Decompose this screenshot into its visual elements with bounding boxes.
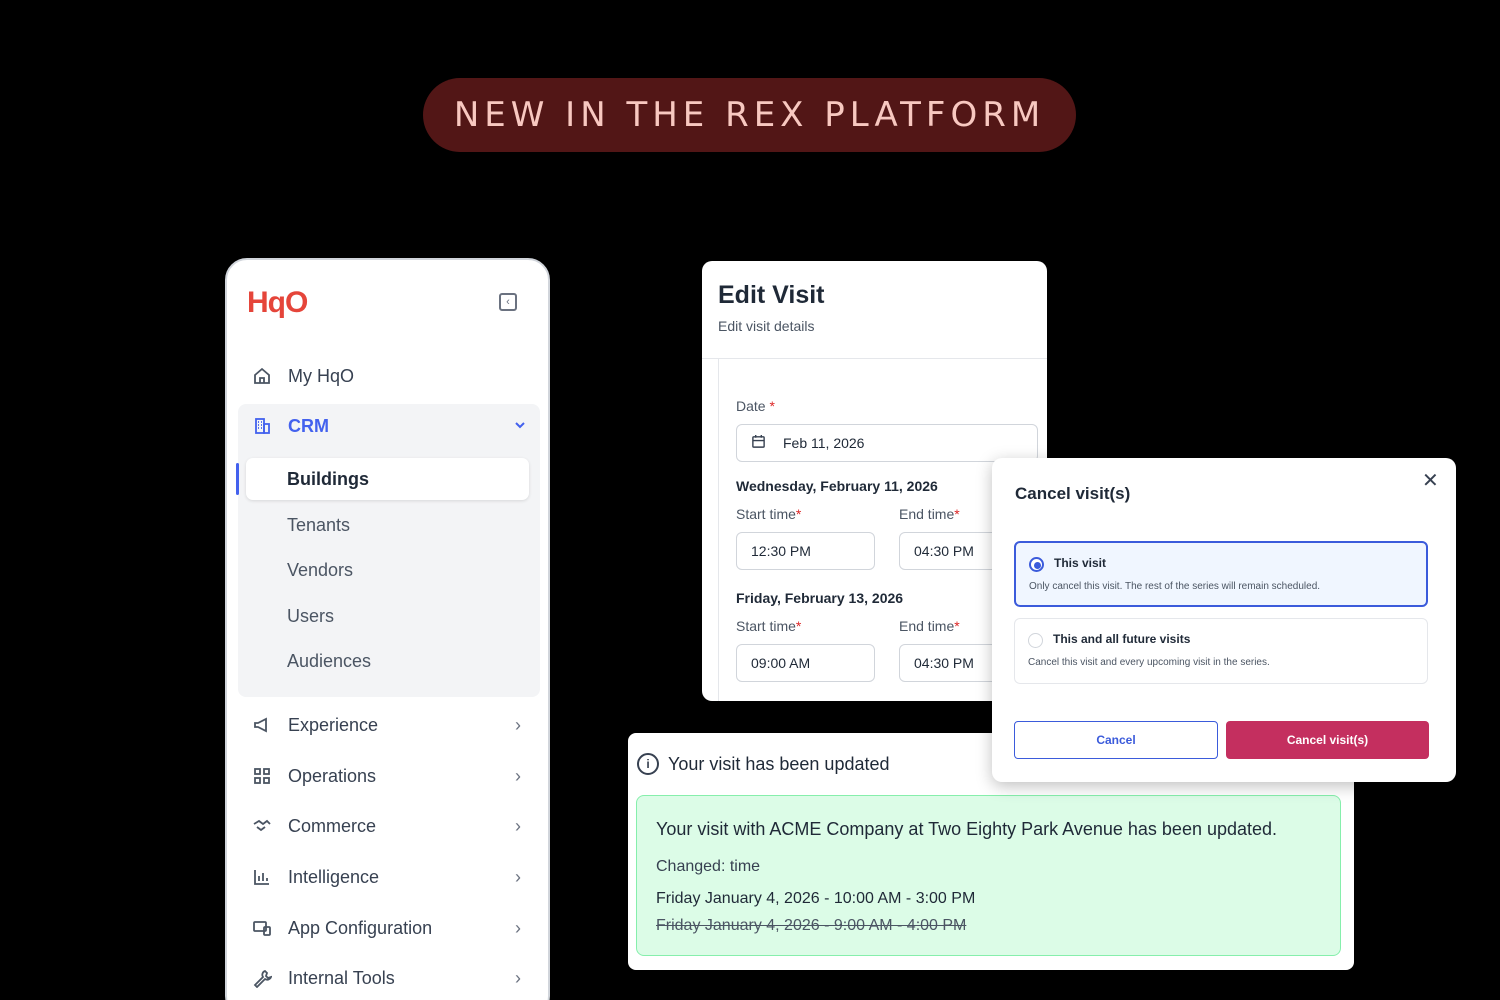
sidebar-item-intelligence[interactable]: Intelligence ›	[251, 862, 527, 892]
end-time-label: End time*	[899, 618, 960, 634]
radio-selected-icon[interactable]	[1029, 557, 1044, 572]
start-time-label: Start time*	[736, 506, 802, 522]
radio-unselected-icon[interactable]	[1028, 633, 1043, 648]
chevron-down-icon	[513, 418, 527, 435]
wrench-icon	[251, 967, 273, 989]
sidebar-item-operations[interactable]: Operations ›	[251, 761, 527, 791]
confirm-cancel-visits-button[interactable]: Cancel visit(s)	[1226, 721, 1429, 759]
notification-new-time: Friday January 4, 2026 - 10:00 AM - 3:00…	[656, 890, 976, 907]
modal-title: Cancel visit(s)	[1015, 484, 1131, 503]
sidebar-subitem-buildings[interactable]: Buildings	[287, 469, 369, 490]
start-time-field[interactable]: 09:00 AM	[736, 644, 875, 682]
building-icon	[251, 415, 273, 437]
devices-icon	[251, 917, 273, 939]
sidebar-item-label: Intelligence	[288, 866, 380, 887]
start-time-field[interactable]: 12:30 PM	[736, 532, 875, 570]
date-value: Feb 11, 2026	[783, 435, 865, 451]
sidebar-item-label: Operations	[288, 765, 377, 786]
start-time-label: Start time*	[736, 618, 802, 634]
option-title: This and all future visits	[1053, 632, 1191, 646]
chevron-right-icon: ›	[515, 866, 521, 887]
chevron-right-icon: ›	[515, 765, 521, 786]
edit-visit-title: Edit Visit	[718, 281, 825, 309]
chevron-right-icon: ›	[515, 714, 521, 735]
notification-message: Your visit with ACME Company at Two Eigh…	[656, 819, 1278, 839]
active-indicator	[236, 463, 239, 495]
sidebar-subitem-tenants[interactable]: Tenants	[287, 515, 350, 536]
sidebar-item-label: CRM	[288, 415, 329, 436]
sidebar-item-app-configuration[interactable]: App Configuration ›	[251, 913, 527, 943]
chevron-right-icon: ›	[515, 917, 521, 938]
notification-old-time: Friday January 4, 2026 - 9:00 AM - 4:00 …	[656, 917, 967, 934]
calendar-icon	[751, 434, 769, 452]
date-field[interactable]: Feb 11, 2026	[736, 424, 1038, 462]
grid-icon	[251, 765, 273, 787]
bar-chart-icon	[251, 866, 273, 888]
notification-body: Your visit with ACME Company at Two Eigh…	[636, 795, 1341, 956]
announcement-banner: NEW IN THE REX PLATFORM	[423, 78, 1076, 152]
sidebar-item-internal-tools[interactable]: Internal Tools ›	[251, 963, 527, 993]
home-icon	[251, 365, 273, 387]
sidebar: HqO ‹ My HqO CRM Buildings Tenants Vendo…	[225, 258, 550, 1000]
crm-group	[238, 404, 540, 697]
sidebar-item-label: App Configuration	[288, 917, 433, 938]
option-description: Cancel this visit and every upcoming vis…	[1028, 657, 1270, 668]
handshake-icon	[251, 815, 273, 837]
sidebar-item-experience[interactable]: Experience ›	[251, 710, 527, 740]
chevron-right-icon: ›	[515, 967, 521, 988]
day-heading: Friday, February 13, 2026	[736, 590, 904, 606]
sidebar-item-label: Internal Tools	[288, 967, 395, 988]
collapse-sidebar-icon[interactable]: ‹	[499, 293, 517, 311]
option-future-visits[interactable]: This and all future visits Cancel this v…	[1014, 618, 1428, 684]
option-this-visit[interactable]: This visit Only cancel this visit. The r…	[1014, 541, 1428, 607]
sidebar-item-crm[interactable]: CRM	[251, 411, 527, 441]
sidebar-subitem-users[interactable]: Users	[287, 606, 334, 627]
day-heading: Wednesday, February 11, 2026	[736, 478, 938, 494]
hqo-logo[interactable]: HqO	[247, 286, 308, 320]
sidebar-item-label: My HqO	[288, 365, 355, 386]
sidebar-item-label: Commerce	[288, 815, 377, 836]
sidebar-item-commerce[interactable]: Commerce ›	[251, 811, 527, 841]
cancel-visit-modal: Cancel visit(s) ✕ This visit Only cancel…	[992, 458, 1456, 782]
edit-visit-subtitle: Edit visit details	[718, 318, 815, 334]
option-title: This visit	[1054, 556, 1107, 570]
info-icon: i	[637, 753, 659, 775]
chevron-right-icon: ›	[515, 815, 521, 836]
banner-text: NEW IN THE REX PLATFORM	[453, 95, 1046, 135]
close-icon[interactable]: ✕	[1422, 468, 1439, 493]
sidebar-subitem-vendors[interactable]: Vendors	[287, 560, 353, 581]
notification-title: Your visit has been updated	[668, 754, 890, 774]
end-time-label: End time*	[899, 506, 960, 522]
sidebar-subitem-audiences[interactable]: Audiences	[287, 651, 371, 672]
notification-changed: Changed: time	[656, 858, 761, 875]
sidebar-item-label: Experience	[288, 714, 379, 735]
sidebar-item-my-hqo[interactable]: My HqO	[251, 361, 527, 391]
edit-visit-header: Edit Visit Edit visit details	[702, 261, 1047, 359]
date-label: Date *	[736, 398, 775, 414]
cancel-button[interactable]: Cancel	[1014, 721, 1218, 759]
option-description: Only cancel this visit. The rest of the …	[1029, 581, 1321, 592]
megaphone-icon	[251, 714, 273, 736]
